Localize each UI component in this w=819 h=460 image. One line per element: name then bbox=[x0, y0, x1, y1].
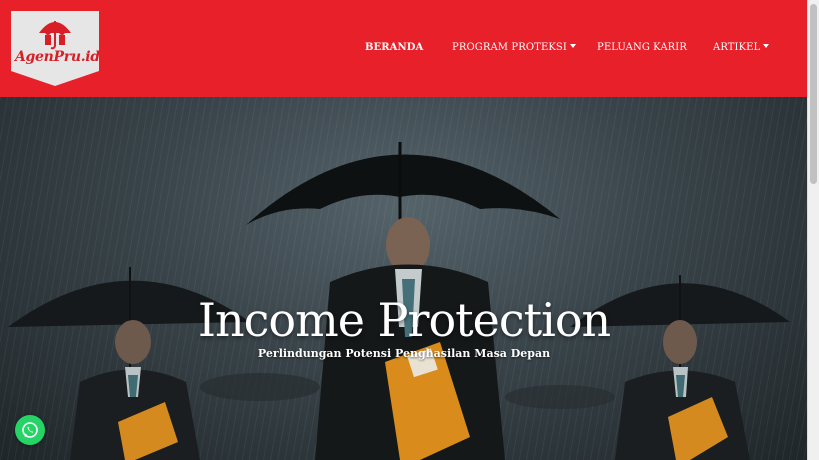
nav-item-label: BERANDA bbox=[365, 42, 424, 53]
nav-item-artikel[interactable]: ARTIKEL bbox=[713, 42, 770, 53]
nav-item-beranda[interactable]: BERANDA bbox=[365, 42, 423, 53]
scrollbar-thumb[interactable] bbox=[810, 4, 817, 184]
chevron-down-icon bbox=[569, 44, 576, 48]
whatsapp-button[interactable] bbox=[15, 415, 45, 445]
scrollbar[interactable] bbox=[807, 0, 819, 460]
chevron-down-icon bbox=[763, 44, 770, 48]
hero-subtitle: Perlindungan Potensi Penghasilan Masa De… bbox=[257, 347, 551, 360]
logo-text: AgenPru.id bbox=[15, 49, 100, 65]
hero-banner: Income Protection Perlindungan Potensi P… bbox=[0, 97, 808, 460]
navbar: AgenPru.id BERANDA PROGRAM PROTEKSI PELU… bbox=[0, 0, 808, 97]
nav-item-label: ARTIKEL bbox=[713, 42, 761, 53]
nav-item-label: PROGRAM PROTEKSI bbox=[452, 42, 567, 53]
whatsapp-icon bbox=[22, 422, 38, 438]
hero-title: Income Protection bbox=[197, 293, 611, 347]
hero-image bbox=[8, 142, 790, 460]
nav-item-label: PELUANG KARIR bbox=[597, 42, 687, 53]
brand-logo[interactable]: AgenPru.id bbox=[11, 11, 100, 86]
nav-item-program-proteksi[interactable]: PROGRAM PROTEKSI bbox=[452, 42, 576, 53]
nav-item-peluang-karir[interactable]: PELUANG KARIR bbox=[597, 42, 687, 53]
